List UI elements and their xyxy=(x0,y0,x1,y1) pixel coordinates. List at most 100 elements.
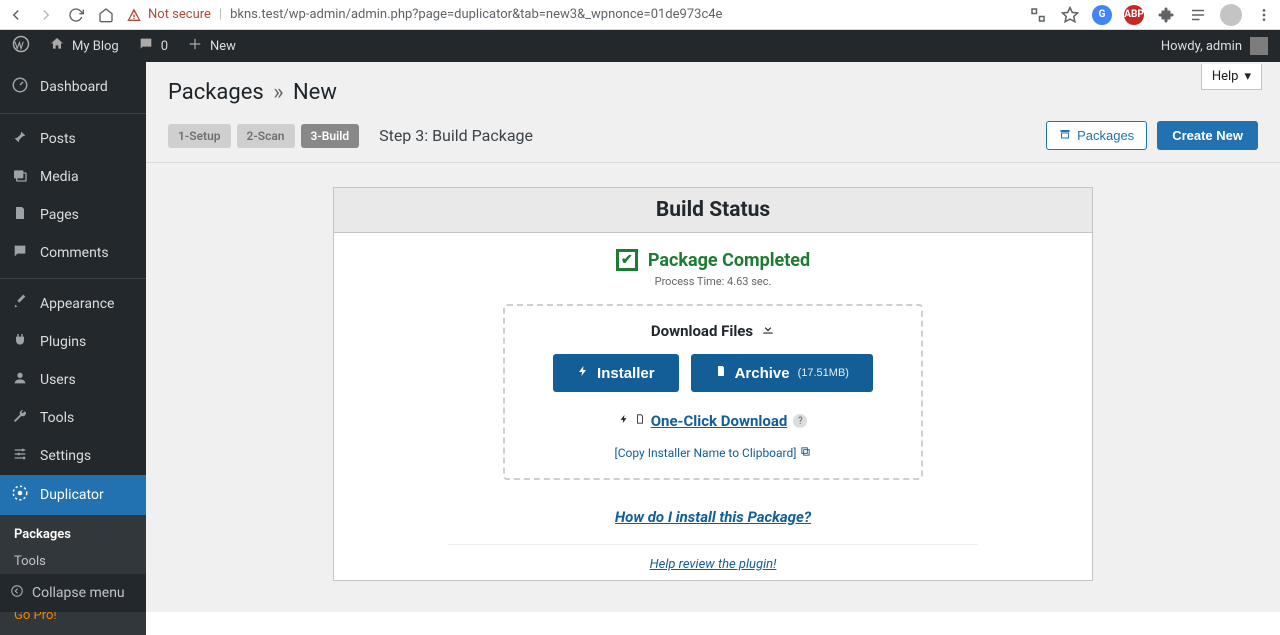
packages-button[interactable]: Packages xyxy=(1046,121,1147,150)
archive-size: (17.51MB) xyxy=(798,367,849,379)
plus-icon xyxy=(186,37,204,55)
menu-users[interactable]: Users xyxy=(0,361,146,399)
translate-icon[interactable] xyxy=(1028,5,1048,25)
review-plugin-link[interactable]: Help review the plugin! xyxy=(448,544,979,572)
step-pill-setup[interactable]: 1-Setup xyxy=(168,124,231,148)
adminbar-right[interactable]: Howdy, admin xyxy=(1161,37,1268,55)
help-tab[interactable]: Help ▾ xyxy=(1201,64,1262,90)
extensions-icon[interactable] xyxy=(1156,5,1176,25)
home-icon xyxy=(48,36,66,56)
wp-logo-icon xyxy=(12,35,30,57)
pages-label: Pages xyxy=(40,207,79,223)
browser-toolbar: Not secure | bkns.test/wp-admin/admin.ph… xyxy=(0,0,1280,30)
main-content: Help ▾ Packages » New 1-Setup 2-Scan 3-B… xyxy=(146,62,1280,612)
menu-media[interactable]: Media xyxy=(0,158,146,196)
menu-appearance[interactable]: Appearance xyxy=(0,285,146,323)
posts-label: Posts xyxy=(40,131,76,147)
collapse-menu[interactable]: Collapse menu xyxy=(0,573,146,612)
users-label: Users xyxy=(40,372,76,388)
site-name-label: My Blog xyxy=(72,39,119,54)
duplicator-icon xyxy=(10,484,30,506)
wrench-icon xyxy=(10,408,30,428)
archive-button[interactable]: Archive (17.51MB) xyxy=(691,354,873,392)
step-pill-scan[interactable]: 2-Scan xyxy=(237,124,295,148)
step-pill-build[interactable]: 3-Build xyxy=(301,124,360,148)
copy-installer-label: [Copy Installer Name to Clipboard] xyxy=(615,446,797,460)
bolt-icon xyxy=(577,364,589,382)
packages-button-label: Packages xyxy=(1077,128,1134,143)
title-leaf: New xyxy=(293,80,337,105)
plugins-label: Plugins xyxy=(40,334,86,350)
pin-icon xyxy=(10,129,30,149)
plug-icon xyxy=(10,332,30,352)
chrome-menu-icon[interactable] xyxy=(1254,5,1274,25)
one-click-download-link[interactable]: One-Click Download xyxy=(651,412,788,430)
browser-actions: G ABP xyxy=(1028,4,1274,26)
menu-tools[interactable]: Tools xyxy=(0,399,146,437)
back-button[interactable] xyxy=(6,5,26,25)
new-content-menu[interactable]: New xyxy=(186,37,236,55)
collapse-icon xyxy=(10,584,24,602)
url-text: bkns.test/wp-admin/admin.php?page=duplic… xyxy=(230,7,722,22)
one-click-row: One-Click Download ? xyxy=(519,412,907,430)
archive-icon xyxy=(1059,128,1071,143)
pages-icon xyxy=(10,205,30,225)
comment-icon xyxy=(137,36,155,56)
admin-sidebar: Dashboard Posts Media Pages Comments xyxy=(0,62,146,612)
steps-actions: Packages Create New xyxy=(1046,121,1258,150)
wp-adminbar: My Blog 0 New Howdy, admin xyxy=(0,30,1280,62)
collapse-label: Collapse menu xyxy=(32,585,125,601)
comments-menu[interactable]: 0 xyxy=(137,36,168,56)
copy-installer-row[interactable]: [Copy Installer Name to Clipboard] xyxy=(519,446,907,460)
menu-settings[interactable]: Settings xyxy=(0,437,146,475)
new-label: New xyxy=(210,39,236,54)
forward-button[interactable] xyxy=(36,5,56,25)
reload-button[interactable] xyxy=(66,5,86,25)
menu-comments[interactable]: Comments xyxy=(0,234,146,272)
menu-dashboard[interactable]: Dashboard xyxy=(0,62,146,107)
chevron-down-icon: ▾ xyxy=(1244,69,1251,84)
adminbar-avatar[interactable] xyxy=(1250,37,1268,55)
help-tooltip-icon[interactable]: ? xyxy=(793,414,807,428)
menu-separator xyxy=(0,278,146,279)
extension-abp-icon[interactable]: ABP xyxy=(1124,5,1144,25)
file-archive-icon xyxy=(715,364,727,382)
page-title: Packages » New xyxy=(168,80,337,105)
download-files-title: Download Files xyxy=(519,322,907,340)
create-new-button[interactable]: Create New xyxy=(1157,121,1258,150)
comments-icon xyxy=(10,243,30,263)
download-files-label: Download Files xyxy=(651,322,753,340)
sliders-icon xyxy=(10,446,30,466)
copy-icon xyxy=(800,446,811,460)
menu-plugins[interactable]: Plugins xyxy=(0,323,146,361)
extension-translate-icon[interactable]: G xyxy=(1092,5,1112,25)
menu-pages[interactable]: Pages xyxy=(0,196,146,234)
reading-list-icon[interactable] xyxy=(1188,5,1208,25)
download-icon xyxy=(761,322,775,340)
menu-duplicator[interactable]: Duplicator xyxy=(0,475,146,515)
adminbar-left: My Blog 0 New xyxy=(12,35,236,57)
file-small-icon xyxy=(635,413,645,429)
build-status-panel: Build Status ✔ Package Completed Process… xyxy=(333,187,1093,581)
title-root: Packages xyxy=(168,80,264,105)
bookmark-star-icon[interactable] xyxy=(1060,5,1080,25)
profile-avatar[interactable] xyxy=(1220,4,1242,26)
media-icon xyxy=(10,167,30,187)
url-separator: | xyxy=(219,7,222,22)
address-bar[interactable]: Not secure | bkns.test/wp-admin/admin.ph… xyxy=(126,7,1018,23)
menu-posts[interactable]: Posts xyxy=(0,120,146,158)
howdy-label: Howdy, admin xyxy=(1161,39,1242,54)
submenu-tools[interactable]: Tools xyxy=(0,548,146,575)
submenu-packages[interactable]: Packages xyxy=(0,521,146,548)
installer-button[interactable]: Installer xyxy=(553,354,679,392)
install-help-link[interactable]: How do I install this Package? xyxy=(334,508,1092,526)
tools-label: Tools xyxy=(40,410,74,426)
home-button[interactable] xyxy=(96,5,116,25)
check-icon: ✔ xyxy=(616,249,638,271)
wp-logo-menu[interactable] xyxy=(12,35,30,57)
help-label: Help xyxy=(1212,69,1239,84)
package-complete-label: Package Completed xyxy=(648,250,810,271)
site-name-menu[interactable]: My Blog xyxy=(48,36,119,56)
security-indicator[interactable]: Not secure xyxy=(126,7,211,23)
menu-separator xyxy=(0,113,146,114)
